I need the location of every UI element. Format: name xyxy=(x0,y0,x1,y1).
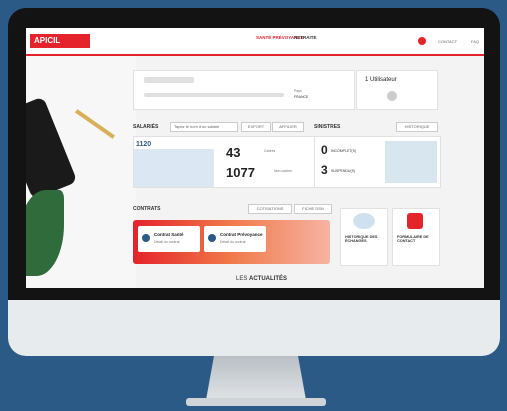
mailbox-icon xyxy=(407,213,423,229)
people-illustration xyxy=(134,149,214,187)
sinistres-title: SINISTRES xyxy=(314,124,341,130)
office-illustration xyxy=(385,141,437,183)
monitor-base xyxy=(186,398,326,406)
company-name xyxy=(144,77,194,83)
nav-retraite[interactable]: RETRAITE xyxy=(294,35,317,40)
desk-photo xyxy=(26,40,136,288)
sinistres-card: 0 INCOMPLET(S) 3 SUSPENDU(S) xyxy=(314,136,441,188)
monitor-chin xyxy=(8,300,500,356)
formulaire-contact-tile[interactable]: FORMULAIRE DE CONTACT xyxy=(392,208,440,266)
cadres-label: Cadres xyxy=(264,149,276,153)
company-details xyxy=(144,93,284,97)
contrat-sante-card[interactable]: Contrat Santé Détail du contrat xyxy=(138,226,200,252)
plant-image xyxy=(26,190,64,276)
screen: APICIL SANTÉ PRÉVOYANCE RETRAITE CONTACT… xyxy=(26,28,484,288)
phone-image xyxy=(26,96,78,200)
historique-echanges-tile[interactable]: HISTORIQUE DES ÉCHANGES xyxy=(340,208,388,266)
top-nav: APICIL SANTÉ PRÉVOYANCE RETRAITE CONTACT… xyxy=(26,28,484,56)
cadres-count: 43 xyxy=(226,145,241,160)
export-button[interactable]: EXPORT xyxy=(241,122,271,132)
cotisations-button[interactable]: COTISATIONS xyxy=(248,204,292,214)
salaries-badge: 1120 xyxy=(136,141,152,148)
users-count: 1 Utilisateur xyxy=(365,77,397,83)
contact-link[interactable]: CONTACT xyxy=(438,39,457,44)
location-label: Pays xyxy=(294,89,302,93)
contrat-prevoyance-label: Contrat Prévoyance xyxy=(220,232,263,237)
contrat-sante-detail: Détail du contrat xyxy=(154,240,180,244)
location-value: FRANCE xyxy=(294,95,309,99)
salarie-search-input[interactable]: Tapez le nom d'un salarié xyxy=(170,122,238,132)
chat-icon xyxy=(353,213,375,229)
contrat-icon xyxy=(142,234,150,242)
news-heading: LES ACTUALITÉS xyxy=(236,276,287,282)
non-cadres-count: 1077 xyxy=(226,165,255,180)
suspendus-label: SUSPENDU(S) xyxy=(331,169,356,173)
pencil-image xyxy=(75,109,115,139)
historique-echanges-label: HISTORIQUE DES ÉCHANGES xyxy=(345,235,378,243)
incomplets-count: 0 xyxy=(321,143,328,157)
avatar xyxy=(387,91,397,101)
fiche-dsn-button[interactable]: FICHE DSN xyxy=(294,204,332,214)
contrat-sante-label: Contrat Santé xyxy=(154,232,184,237)
news-strong: ACTUALITÉS xyxy=(249,276,288,282)
contrat-icon xyxy=(208,234,216,242)
apicil-logo[interactable]: APICIL xyxy=(30,34,90,48)
salaries-card: 1120 43 Cadres 1077 Non cadres xyxy=(133,136,335,188)
monitor-stand xyxy=(206,356,306,400)
user-icon[interactable] xyxy=(418,37,426,45)
company-card: Pays FRANCE xyxy=(133,70,355,110)
contrat-prevoyance-detail: Détail du contrat xyxy=(220,240,246,244)
affilier-button[interactable]: AFFILIER xyxy=(272,122,304,132)
salaries-title: SALARIÉS xyxy=(133,124,159,130)
contrats-title: CONTRATS xyxy=(133,206,161,212)
non-cadres-label: Non cadres xyxy=(274,169,292,173)
news-prefix: LES xyxy=(236,276,250,282)
incomplets-label: INCOMPLET(S) xyxy=(331,149,357,153)
contrat-prevoyance-card[interactable]: Contrat Prévoyance Détail du contrat xyxy=(204,226,266,252)
suspendus-count: 3 xyxy=(321,163,328,177)
formulaire-contact-label: FORMULAIRE DE CONTACT xyxy=(397,235,429,243)
faq-link[interactable]: FAQ xyxy=(471,39,479,44)
historique-button[interactable]: HISTORIQUE xyxy=(396,122,438,132)
users-card[interactable]: 1 Utilisateur xyxy=(356,70,438,110)
